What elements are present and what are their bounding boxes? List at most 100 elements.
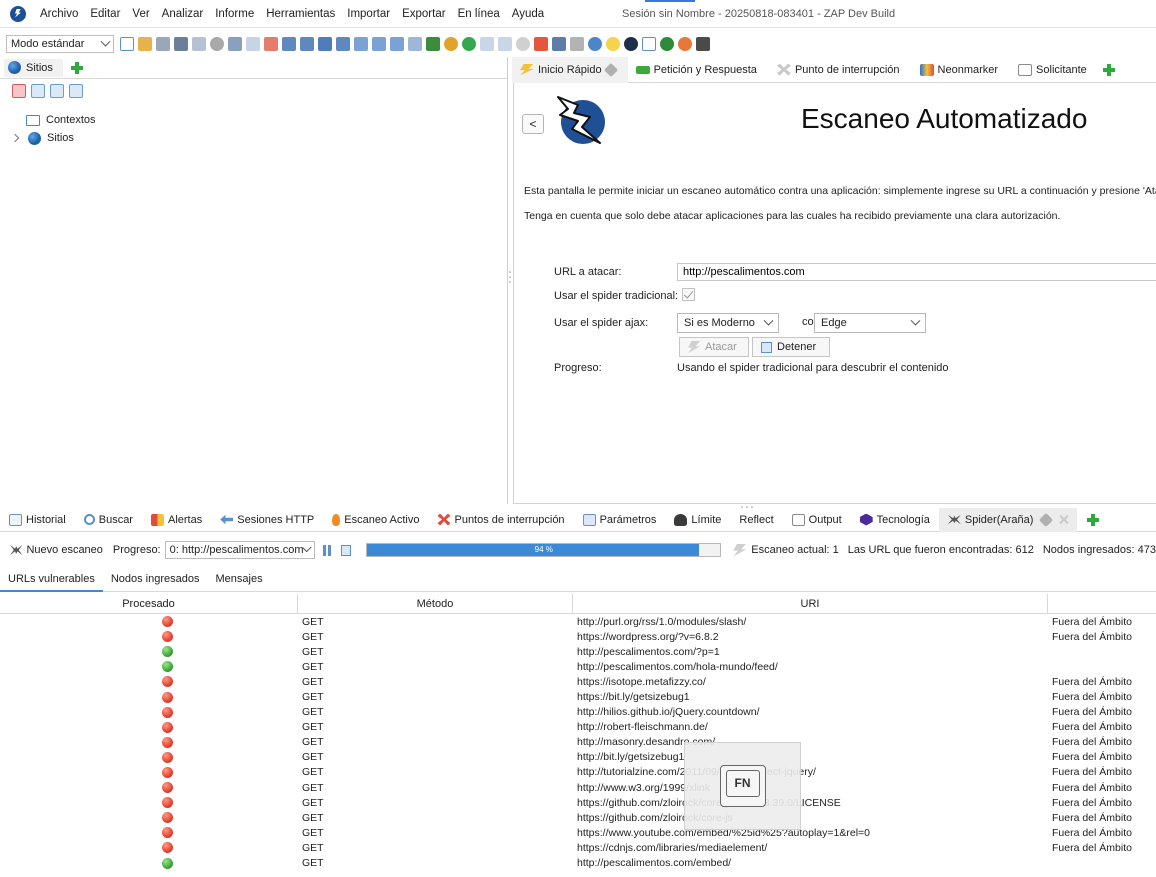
add-tab-plus-icon[interactable] [1102,63,1115,76]
mode-select[interactable]: Modo estándar [6,35,114,53]
menu-analizar[interactable]: Analizar [158,8,212,20]
stop-icon[interactable] [340,544,352,556]
manual-request-icon[interactable] [552,37,566,51]
menu-herramientas[interactable]: Herramientas [262,8,343,20]
tab-solicitante[interactable]: Solicitante [1010,57,1099,83]
tab-punto-interrupcion[interactable]: Punto de interrupción [769,57,912,83]
pin-icon[interactable] [1039,512,1054,527]
browser-select[interactable]: Edge [814,313,926,333]
menu-importar[interactable]: Importar [343,8,398,20]
tab-peticion-respuesta[interactable]: Petición y Respuesta [628,57,769,83]
menu-exportar[interactable]: Exportar [398,8,453,20]
traditional-spider-checkbox[interactable] [682,288,695,301]
table-row[interactable]: GET http://robert-fleischmann.de/Fuera de… [0,720,1156,735]
column-header-metodo[interactable]: Método [298,594,573,613]
url-input[interactable] [677,263,1156,281]
subtab-urls-vulnerables[interactable]: URLs vulnerables [0,568,103,592]
chevron-right-icon[interactable] [10,133,20,143]
back-button[interactable]: < [522,114,544,134]
table-row[interactable]: GET https://www.youtube.com/embed/%25id%2… [0,825,1156,840]
tree-item-sitios[interactable]: Sitios [0,129,507,147]
tab-historial[interactable]: Historial [0,508,75,532]
table-row[interactable]: GET http://bit.ly/getsizebug1 Fuera del Ám… [0,750,1156,765]
save-session-icon[interactable] [156,37,170,51]
scan-mode-icon[interactable] [588,37,602,51]
tab-parametros[interactable]: Parámetros [574,508,666,532]
menu-archivo[interactable]: Archivo [36,8,86,20]
column-header-uri[interactable]: URI [573,594,1048,613]
scan-policy-icon[interactable] [426,37,440,51]
subtab-nodos-ingresados[interactable]: Nodos ingresados [103,568,208,592]
column-header-flags[interactable] [1048,594,1156,613]
table-row[interactable]: GET http://hilios.github.io/jQuery.countd… [0,705,1156,720]
layout-11-icon[interactable] [408,37,422,51]
table-row[interactable]: GET https://isotope.metafizzy.co/Fuera de… [0,674,1156,689]
table-row[interactable]: GET http://masonry.desandro.com/Fuera del… [0,735,1156,750]
layout-3-icon[interactable] [264,37,278,51]
new-session-icon[interactable] [120,37,134,51]
ajax-mode-select[interactable]: Si es Moderno [677,313,779,333]
show-in-scope-icon[interactable] [12,84,26,98]
tab-alertas[interactable]: Alertas [142,508,211,532]
break-on-all-icon[interactable] [462,37,476,51]
tab-limite[interactable]: Límite [665,508,730,532]
tab-sesiones-http[interactable]: Sesiones HTTP [211,508,323,532]
horizontal-splitter-handle[interactable] [740,500,754,508]
add-tab-plus-icon[interactable] [70,61,83,74]
add-tab-plus-icon[interactable] [1087,513,1100,526]
report-icon[interactable] [642,37,656,51]
menu-informe[interactable]: Informe [211,8,262,20]
tab-puntos-interrupcion[interactable]: Puntos de interrupción [428,508,573,532]
tab-escaneo-activo[interactable]: Escaneo Activo [323,508,428,532]
tab-tecnologia[interactable]: Tecnología [851,508,939,532]
tab-neonmarker[interactable]: Neonmarker [912,57,1011,83]
import-context-icon[interactable] [50,84,64,98]
remove-breakpoints-icon[interactable] [534,37,548,51]
new-context-icon[interactable] [31,84,45,98]
layout-4-icon[interactable] [282,37,296,51]
tab-spider[interactable]: Spider(Araña) [938,507,1078,532]
table-row[interactable]: GET http://pescalimentos.com/embed/ [0,856,1156,871]
menu-en-linea[interactable]: En línea [454,8,508,20]
tab-sitios[interactable]: Sitios [4,58,63,77]
tab-inicio-rapido[interactable]: Inicio Rápido [512,56,628,83]
attack-button[interactable]: Atacar [679,337,749,357]
table-row[interactable]: GET https://cdnjs.com/libraries/mediaelem… [0,840,1156,855]
menu-ayuda[interactable]: Ayuda [508,8,552,20]
drop-icon[interactable] [516,37,530,51]
tree-item-contextos[interactable]: Contextos [0,111,507,129]
table-row[interactable]: GET http://purl.org/rss/1.0/modules/slash… [0,614,1156,629]
table-row[interactable]: GET https://wordpress.org/?v=6.8.2 Fuera d… [0,629,1156,644]
table-row[interactable]: GET http://tutorialzine.com/2011/09/shutt… [0,765,1156,780]
layout-9-icon[interactable] [372,37,386,51]
layout-1-icon[interactable] [228,37,242,51]
close-icon[interactable] [1059,515,1068,524]
menu-editar[interactable]: Editar [86,8,128,20]
tab-output[interactable]: Output [783,508,851,532]
pin-icon[interactable] [603,62,618,77]
snapshot-icon[interactable] [174,37,188,51]
layout-8-icon[interactable] [354,37,368,51]
pause-icon[interactable] [322,544,331,556]
layout-10-icon[interactable] [390,37,404,51]
layout-6-icon[interactable] [318,37,332,51]
table-row[interactable]: GET https://bit.ly/getsizebug1 Fuera del Á… [0,689,1156,704]
options-gear-icon[interactable] [210,37,224,51]
layout-7-icon[interactable] [336,37,350,51]
break-icon[interactable] [444,37,458,51]
table-row[interactable]: GET http://pescalimentos.com/hola-mundo/f… [0,659,1156,674]
table-row[interactable]: GET http://pescalimentos.com/?p=1 [0,644,1156,659]
table-row[interactable]: GET https://github.com/zloirock/core-js Fu… [0,810,1156,825]
layout-2-icon[interactable] [246,37,260,51]
properties-icon[interactable] [192,37,206,51]
open-session-icon[interactable] [138,37,152,51]
stop-button[interactable]: Detener [752,337,830,357]
terminal-icon[interactable] [696,37,710,51]
comments-icon[interactable] [570,37,584,51]
hints-bulb-icon[interactable] [606,37,620,51]
table-row[interactable]: GET https://github.com/zloirock/core-js/b… [0,795,1156,810]
tab-reflect[interactable]: Reflect [730,508,782,532]
table-row[interactable]: GET http://www.w3.org/1999/xlink Fuera del… [0,780,1156,795]
new-scan-button[interactable]: Nuevo escaneo [26,544,102,556]
layout-5-icon[interactable] [300,37,314,51]
